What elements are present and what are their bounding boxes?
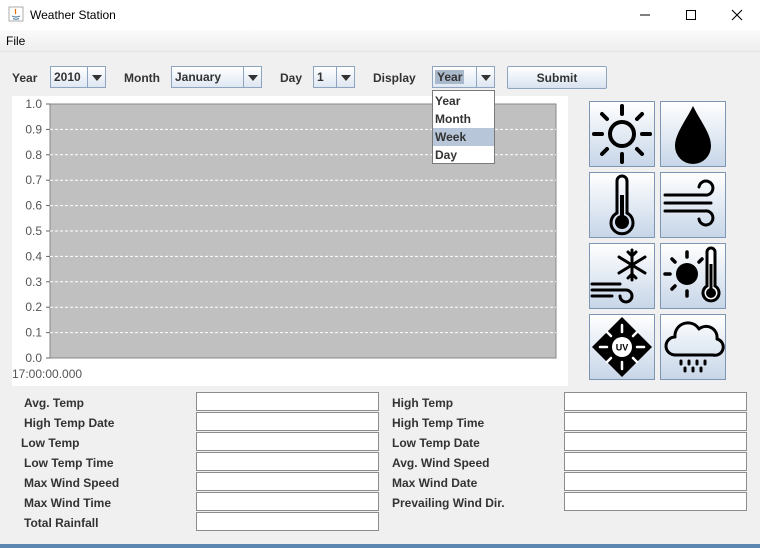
x-tick-label: 17:00:00.000 [12, 367, 82, 381]
dropdown-option-month[interactable]: Month [433, 110, 494, 128]
low-temp-date-field[interactable] [564, 432, 747, 451]
high-temp-label: High Temp [392, 396, 454, 410]
java-app-icon [8, 6, 24, 22]
submit-button[interactable]: Submit [507, 66, 607, 89]
y-tick-label: 0.0 [25, 351, 42, 365]
wind-tile[interactable] [660, 172, 726, 238]
low-temp-label: Low Temp [21, 436, 80, 450]
snowflake-wind-tile[interactable] [589, 243, 655, 309]
total-rainfall-label: Total Rainfall [24, 516, 99, 530]
title-bar: Weather Station [0, 0, 760, 30]
prevailing-wind-dir-label: Prevailing Wind Dir. [392, 496, 505, 510]
dropdown-option-day[interactable]: Day [433, 146, 494, 164]
uv-tile[interactable]: UV [589, 314, 655, 380]
close-button[interactable] [714, 0, 760, 30]
high-temp-time-field[interactable] [564, 412, 747, 431]
max-wind-date-field[interactable] [564, 472, 747, 491]
display-dropdown-list: Year Month Week Day [432, 90, 495, 164]
snowflake-wind-icon [590, 248, 647, 304]
close-icon [731, 9, 743, 21]
chevron-down-icon[interactable] [243, 67, 261, 87]
sun-tile[interactable] [589, 101, 655, 167]
raindrop-tile[interactable] [660, 101, 726, 167]
sun-thermometer-icon [663, 246, 721, 303]
y-tick-label: 0.8 [25, 148, 42, 162]
max-wind-time-field[interactable] [196, 492, 379, 511]
file-menu[interactable]: File [6, 34, 25, 48]
chevron-down-icon[interactable] [336, 67, 354, 87]
year-combo[interactable]: 2010 [50, 66, 106, 88]
prevailing-wind-dir-field[interactable] [564, 492, 747, 511]
uv-icon: UV [592, 317, 652, 377]
dropdown-option-week[interactable]: Week [433, 128, 494, 146]
max-wind-time-label: Max Wind Time [24, 496, 112, 510]
y-tick-label: 0.1 [25, 326, 42, 340]
sun-icon [592, 104, 652, 164]
y-tick-label: 0.6 [25, 199, 42, 213]
sun-thermometer-tile[interactable] [660, 243, 726, 309]
low-temp-time-label: Low Temp Time [24, 456, 114, 470]
window-bottom-border [0, 544, 760, 548]
low-temp-date-label: Low Temp Date [392, 436, 480, 450]
year-combo-value: 2010 [54, 70, 81, 84]
total-rainfall-field[interactable] [196, 512, 379, 531]
month-combo[interactable]: January [171, 66, 262, 88]
chevron-down-icon[interactable] [87, 67, 105, 87]
thermometer-tile[interactable] [589, 172, 655, 238]
y-tick-label: 0.5 [25, 224, 42, 238]
max-wind-date-label: Max Wind Date [392, 476, 478, 490]
max-wind-speed-field[interactable] [196, 472, 379, 491]
y-tick-label: 0.4 [25, 249, 42, 263]
wind-icon [663, 179, 715, 227]
year-label: Year [12, 71, 38, 85]
day-combo-value: 1 [317, 70, 324, 84]
high-temp-date-label: High Temp Date [24, 416, 115, 430]
svg-text:UV: UV [616, 343, 629, 353]
thermometer-icon [609, 174, 635, 236]
avg-temp-label: Avg. Temp [24, 396, 85, 410]
y-tick-label: 0.9 [25, 122, 42, 136]
high-temp-time-label: High Temp Time [392, 416, 485, 430]
maximize-button[interactable] [668, 0, 714, 30]
max-wind-speed-label: Max Wind Speed [24, 476, 120, 490]
maximize-icon [686, 10, 696, 20]
avg-wind-speed-label: Avg. Wind Speed [392, 456, 490, 470]
y-tick-label: 0.2 [25, 300, 42, 314]
minimize-button[interactable] [622, 0, 668, 30]
display-combo-value: Year [435, 70, 465, 84]
rain-cloud-icon [664, 321, 725, 373]
avg-temp-field[interactable] [196, 392, 379, 411]
y-tick-label: 1.0 [25, 97, 42, 111]
display-combo[interactable]: Year [432, 66, 495, 88]
month-label: Month [124, 71, 160, 85]
window-title: Weather Station [30, 8, 116, 22]
low-temp-time-field[interactable] [196, 452, 379, 471]
menu-bar: File [0, 30, 760, 52]
avg-wind-speed-field[interactable] [564, 452, 747, 471]
display-label: Display [373, 71, 416, 85]
rain-cloud-tile[interactable] [660, 314, 726, 380]
y-tick-label: 0.7 [25, 173, 42, 187]
dropdown-option-year[interactable]: Year [433, 92, 494, 110]
month-combo-value: January [175, 70, 222, 84]
day-label: Day [280, 71, 303, 85]
chevron-down-icon[interactable] [476, 67, 494, 87]
y-tick-label: 0.3 [25, 275, 42, 289]
raindrop-icon [675, 106, 711, 164]
minimize-icon [640, 14, 650, 16]
day-combo[interactable]: 1 [313, 66, 355, 88]
high-temp-field[interactable] [564, 392, 747, 411]
high-temp-date-field[interactable] [196, 412, 379, 431]
low-temp-field[interactable] [196, 432, 379, 451]
